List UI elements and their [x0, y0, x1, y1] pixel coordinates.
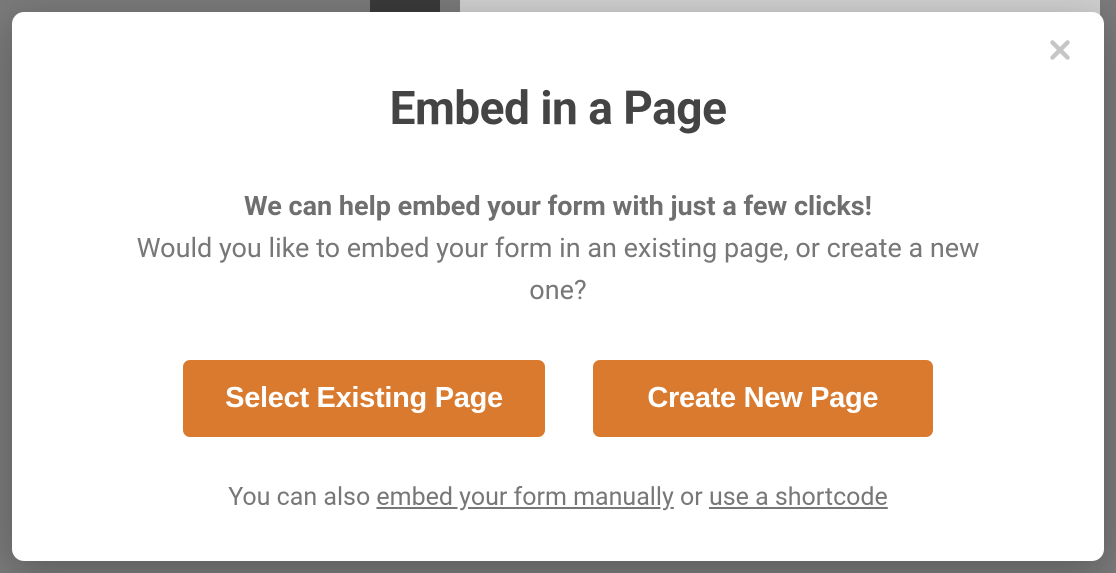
modal-subtitle: We can help embed your form with just a …	[133, 186, 983, 312]
select-existing-page-button[interactable]: Select Existing Page	[183, 360, 545, 437]
button-row: Select Existing Page Create New Page	[183, 360, 933, 437]
close-button[interactable]	[1046, 38, 1074, 66]
create-new-page-button[interactable]: Create New Page	[593, 360, 933, 437]
footer-text: You can also embed your form manually or…	[228, 483, 888, 512]
embed-manually-link[interactable]: embed your form manually	[376, 483, 673, 512]
modal-title: Embed in a Page	[390, 82, 727, 136]
footer-mid: or	[674, 483, 709, 512]
close-icon	[1049, 39, 1071, 65]
subtitle-regular: Would you like to embed your form in an …	[133, 228, 983, 312]
embed-modal: Embed in a Page We can help embed your f…	[12, 12, 1104, 561]
subtitle-strong: We can help embed your form with just a …	[133, 186, 983, 228]
use-shortcode-link[interactable]: use a shortcode	[709, 483, 888, 512]
footer-prefix: You can also	[228, 483, 376, 512]
